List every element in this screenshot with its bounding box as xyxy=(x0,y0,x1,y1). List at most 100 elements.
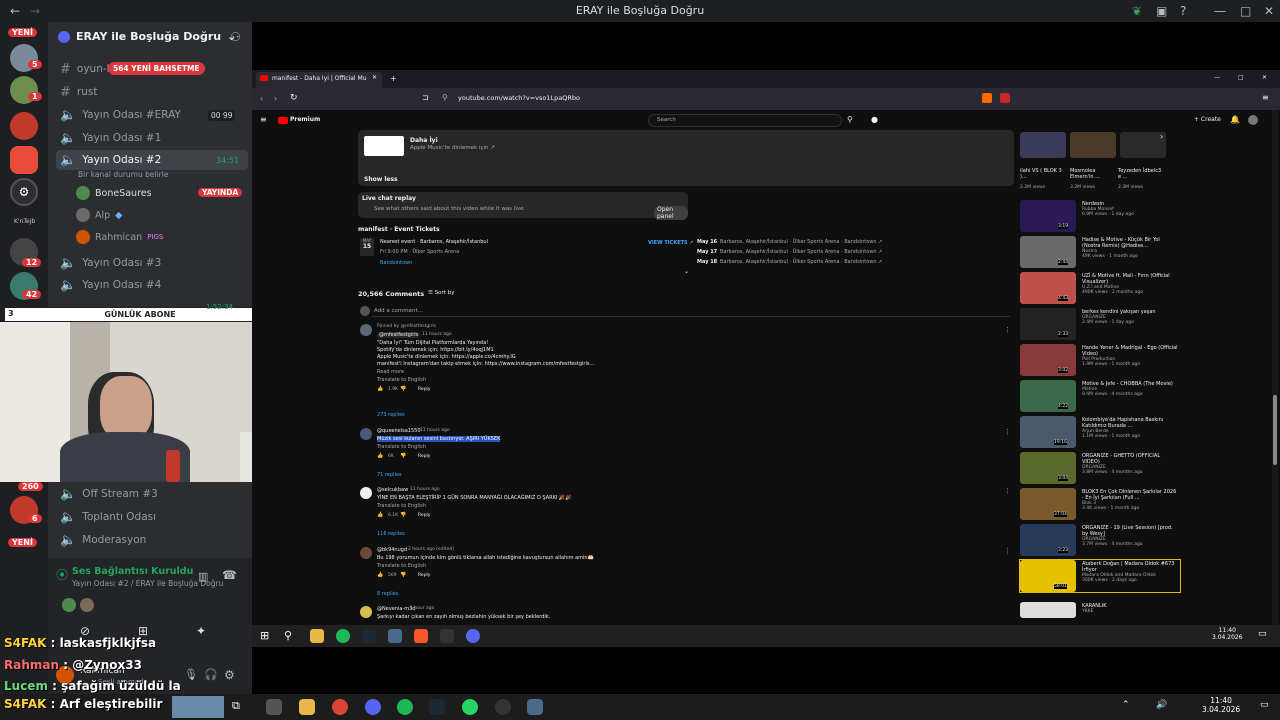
rec-item[interactable]: berkes kendini yakışan yaşan ORGANIZE 2.4M… xyxy=(1020,308,1180,340)
song-subtitle[interactable]: Apple Music'te dinlemek için ↗ xyxy=(410,145,495,151)
app-icon[interactable] xyxy=(527,699,543,715)
rec-item[interactable]: UZİ & Motive ft. Mali - Fırın (Official … xyxy=(1020,272,1180,304)
notifications-icon[interactable]: 🔔 xyxy=(1230,115,1240,124)
replies-toggle[interactable]: 8 replies xyxy=(377,591,398,597)
whatsapp-icon[interactable] xyxy=(462,699,478,715)
maximize-icon[interactable]: □ xyxy=(1240,4,1251,18)
comment-menu-icon[interactable]: ⋮ xyxy=(1004,547,1011,555)
rec-item[interactable]: KARANLIK YKKE xyxy=(1020,602,1180,618)
steam-icon[interactable] xyxy=(429,699,445,715)
spotify-icon[interactable] xyxy=(336,629,350,643)
forward-icon[interactable]: › xyxy=(274,94,277,103)
add-member-icon[interactable]: ⚇ xyxy=(230,30,241,44)
rec-item[interactable]: BLOK3 En Çok Dinlenen Şarkılar 2026 - En… xyxy=(1020,488,1180,520)
reload-icon[interactable]: ↻ xyxy=(290,93,298,103)
chrome-icon[interactable] xyxy=(332,699,348,715)
back-icon[interactable]: ‹ xyxy=(260,94,263,103)
app-icon[interactable] xyxy=(266,699,282,715)
translate-button[interactable]: Translate to English xyxy=(377,377,426,383)
browser-minimize-icon[interactable]: — xyxy=(1214,74,1220,81)
hamburger-icon[interactable]: ≡ xyxy=(260,115,267,124)
dislike-icon[interactable]: 👎 xyxy=(400,386,406,392)
like-icon[interactable]: 👍 xyxy=(377,386,383,392)
channel-toplanti[interactable]: 🔈 Toplantı Odası xyxy=(56,507,248,527)
reply-button[interactable]: Reply xyxy=(418,454,430,459)
event-place-3[interactable]: Barbaros, Ataşehir/İstanbul · Ülker Spor… xyxy=(720,259,882,265)
task-view-icon[interactable]: ⧉ xyxy=(232,699,248,715)
sort-by-button[interactable]: ☰ Sort by xyxy=(428,290,454,296)
expand-events-icon[interactable]: ⌄ xyxy=(684,268,689,275)
discord-icon[interactable] xyxy=(466,629,480,643)
mic-search-icon[interactable]: ● xyxy=(871,115,878,124)
show-less-button[interactable]: Show less xyxy=(364,176,398,183)
comment-author[interactable]: @mfestfestgirls xyxy=(377,332,421,338)
like-icon[interactable]: 👍 xyxy=(377,512,383,518)
rec-thumb[interactable] xyxy=(1070,132,1116,158)
browser-maximize-icon[interactable]: □ xyxy=(1238,74,1244,81)
brave-rewards-icon[interactable] xyxy=(1000,93,1010,103)
inbox-icon[interactable]: ▣ xyxy=(1156,4,1167,18)
windows-start-icon[interactable]: ⊞ xyxy=(260,629,274,643)
account-avatar[interactable] xyxy=(1248,115,1258,125)
site-info-icon[interactable]: ⚲ xyxy=(442,93,448,102)
channel-moderasyon[interactable]: 🔈 Moderasyon xyxy=(56,530,248,550)
server-icon[interactable] xyxy=(10,146,38,174)
server-icon[interactable]: ⚙ xyxy=(10,178,38,206)
read-more-button[interactable]: Read more xyxy=(377,369,404,375)
channel-yayin-3[interactable]: 🔈 Yayın Odası #3 xyxy=(56,253,248,273)
channel-yayin-1[interactable]: 🔈 Yayın Odası #1 xyxy=(56,128,248,148)
like-icon[interactable]: 👍 xyxy=(377,572,383,578)
replies-toggle[interactable]: 71 replies xyxy=(377,472,402,478)
comment-author[interactable]: @bk94nugd xyxy=(377,547,407,553)
activities-icon[interactable]: ✦ xyxy=(196,624,206,638)
next-arrow-icon[interactable]: › xyxy=(1160,132,1163,141)
event-place-1[interactable]: Barbaros, Ataşehir/İstanbul · Ülker Spor… xyxy=(720,239,882,245)
translate-button[interactable]: Translate to English xyxy=(377,563,426,569)
obs-icon[interactable] xyxy=(495,699,511,715)
file-explorer-icon[interactable] xyxy=(310,629,324,643)
new-tab-icon[interactable]: + xyxy=(390,74,397,83)
dislike-icon[interactable]: 👎 xyxy=(400,453,406,459)
brave-shield-icon[interactable] xyxy=(982,93,992,103)
bookmark-icon[interactable]: ⊐ xyxy=(422,93,429,102)
settings-gear-icon[interactable]: ⚙ xyxy=(224,668,235,682)
url-bar[interactable]: youtube.com/watch?v=vso1LpaQRbo xyxy=(458,94,580,102)
file-explorer-icon[interactable] xyxy=(299,699,315,715)
minimize-icon[interactable]: — xyxy=(1214,4,1226,18)
steam-icon[interactable] xyxy=(362,629,376,643)
channel-offstream-3[interactable]: 🔈 Off Stream #3 xyxy=(56,484,248,504)
dislike-icon[interactable]: 👎 xyxy=(400,572,406,578)
replies-toggle[interactable]: 116 replies xyxy=(377,531,405,537)
notification-icon[interactable]: ▭ xyxy=(1258,629,1267,639)
spotify-icon[interactable] xyxy=(397,699,413,715)
close-icon[interactable]: ✕ xyxy=(1264,4,1274,18)
rec-item[interactable]: Nerdesin Rubba Monsef 6.9M views · 1 day a… xyxy=(1020,200,1180,232)
voice-user[interactable]: Alp ◆ xyxy=(76,208,122,222)
add-comment-input[interactable]: Add a comment... xyxy=(374,308,423,314)
rec-item[interactable]: Hande Yener & Madrigal - Ego (Official V… xyxy=(1020,344,1180,376)
app-icon[interactable] xyxy=(388,629,402,643)
create-button[interactable]: + Create xyxy=(1194,116,1221,123)
disconnect-icon[interactable]: ☎ xyxy=(222,568,237,582)
browser-close-icon[interactable]: ✕ xyxy=(1262,74,1267,81)
browser-tab[interactable]: manifest - Daha İyi | Official Mu ✕ xyxy=(256,72,382,88)
search-icon[interactable]: ⚲ xyxy=(847,115,853,124)
rec-item[interactable]: ORGANIZE - GHETTO (OFFICIAL VIDEO) ORGANI… xyxy=(1020,452,1180,484)
nitro-icon[interactable]: ❦ xyxy=(1132,4,1142,18)
voice-user[interactable]: Rahmican PIGS xyxy=(76,230,163,244)
reply-button[interactable]: Reply xyxy=(418,513,430,518)
volume-icon[interactable]: 🔊 xyxy=(1156,700,1167,710)
translate-button[interactable]: Translate to English xyxy=(377,444,426,450)
translate-button[interactable]: Translate to English xyxy=(377,503,426,509)
tab-close-icon[interactable]: ✕ xyxy=(372,74,377,81)
rec-item[interactable]: Hadise & Motive - Küçük Bir Yol (Nostra … xyxy=(1020,236,1180,268)
reply-button[interactable]: Reply xyxy=(418,573,430,578)
channel-rust[interactable]: # rust xyxy=(56,82,248,102)
menu-icon[interactable]: ≡ xyxy=(1262,93,1269,102)
voice-user[interactable]: BoneSaures xyxy=(76,186,152,200)
rec-item[interactable]: ORGANIZE - 19 (Live Session) [prod. by W… xyxy=(1020,524,1180,556)
search-icon[interactable]: ⚲ xyxy=(284,629,298,643)
channel-yayin-4[interactable]: 🔈 Yayın Odası #4 xyxy=(56,275,248,295)
notification-icon[interactable]: ▭ xyxy=(1260,700,1269,710)
top-rec-title[interactable]: Teyzeden İdbelc3 e ... xyxy=(1118,168,1164,180)
